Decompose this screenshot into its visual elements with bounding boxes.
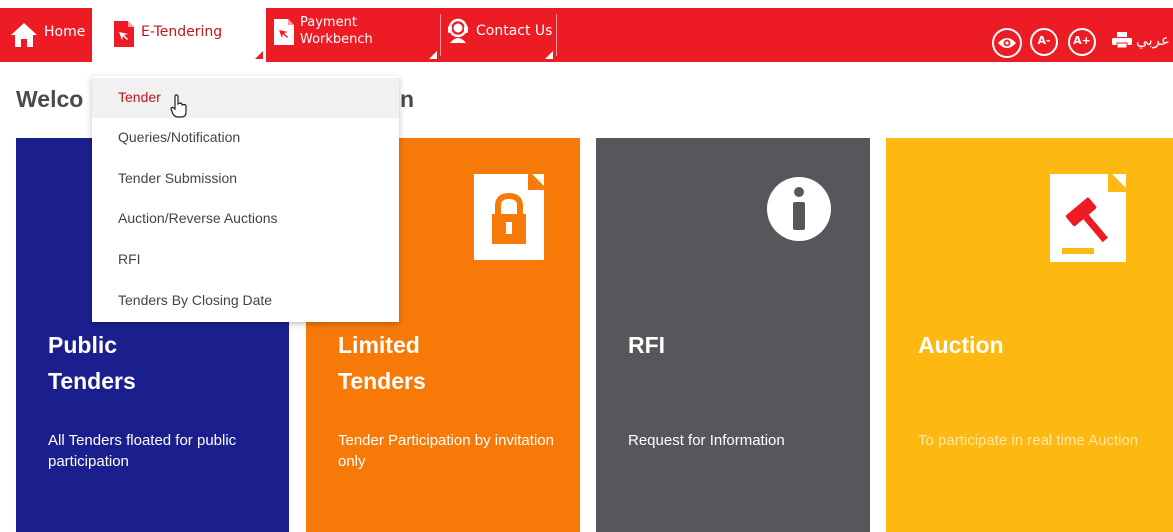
gavel-document-icon [1050,174,1126,262]
nav-payment-label-line1: Payment [300,15,357,30]
headset-icon [448,18,468,43]
menu-item-label: Tenders By Closing Date [118,292,273,308]
tile-title: Limited Tenders [338,327,568,399]
tile-title-line1: Auction [918,332,1004,358]
menu-item-label: Queries/Notification [118,129,241,145]
info-icon [767,177,831,241]
welcome-heading-tail: n [400,86,415,112]
nav-divider [556,14,557,56]
font-decrease-label: A- [1037,34,1051,47]
tile-rfi[interactable]: RFI Request for Information [596,138,870,532]
nav-e-tendering-label: E-Tendering [141,24,223,40]
language-toggle[interactable]: عربي [1136,31,1170,49]
font-decrease-button[interactable]: A- [1030,28,1058,56]
nav-payment-workbench[interactable]: Payment Workbench [266,8,440,62]
menu-item-rfi[interactable]: RFI [92,240,399,280]
e-tendering-dropdown-menu: Tender Queries/Notification Tender Submi… [92,76,399,322]
home-icon [11,23,37,47]
eye-icon [998,38,1016,48]
high-contrast-button[interactable] [992,28,1022,58]
print-icon[interactable] [1112,32,1132,48]
tile-description: Tender Participation by invitation only [338,432,554,470]
menu-item-label: Auction/Reverse Auctions [118,210,278,226]
menu-item-tender[interactable]: Tender [92,78,399,118]
welcome-heading: Welco [16,86,84,112]
tile-description: Request for Information [628,432,785,449]
tile-title-line2: Tenders [48,368,136,394]
font-increase-label: A+ [1073,34,1091,47]
tile-title: Auction [918,327,1148,363]
menu-item-label: Tender [118,89,161,105]
dropdown-indicator [255,51,263,59]
hand-pointer-icon [170,94,187,118]
tile-title-line1: Limited [338,332,420,358]
nav-home[interactable]: Home [0,8,92,62]
tile-title: RFI [628,327,858,363]
tile-title: Public Tenders [48,327,278,399]
nav-home-label: Home [44,24,86,40]
tile-title-line1: RFI [628,332,666,358]
menu-item-auction-reverse-auctions[interactable]: Auction/Reverse Auctions [92,199,399,239]
top-navigation-bar: Home E-Tendering Payment Workbench Conta… [0,8,1173,62]
tender-document-icon [114,21,134,47]
tile-description: To participate in real time Auction [918,432,1139,449]
dropdown-indicator [429,51,437,59]
lock-document-icon [474,174,544,260]
nav-contact-label: Contact Us [476,23,553,39]
menu-item-label: RFI [118,251,141,267]
payment-document-icon [274,19,294,45]
font-increase-button[interactable]: A+ [1068,28,1096,56]
dropdown-indicator [545,51,553,59]
nav-contact-us[interactable]: Contact Us [440,8,556,62]
menu-item-label: Tender Submission [118,170,238,186]
nav-e-tendering[interactable]: E-Tendering [92,8,266,62]
menu-item-tender-submission[interactable]: Tender Submission [92,159,399,199]
menu-item-queries-notification[interactable]: Queries/Notification [92,118,399,158]
tile-title-line2: Tenders [338,368,426,394]
tile-description: All Tenders floated for public participa… [48,432,237,470]
tile-auction[interactable]: Auction To participate in real time Auct… [886,138,1173,532]
tile-title-line1: Public [48,332,118,358]
menu-item-tenders-by-closing-date[interactable]: Tenders By Closing Date [92,281,399,321]
nav-payment-label-line2: Workbench [300,32,373,47]
